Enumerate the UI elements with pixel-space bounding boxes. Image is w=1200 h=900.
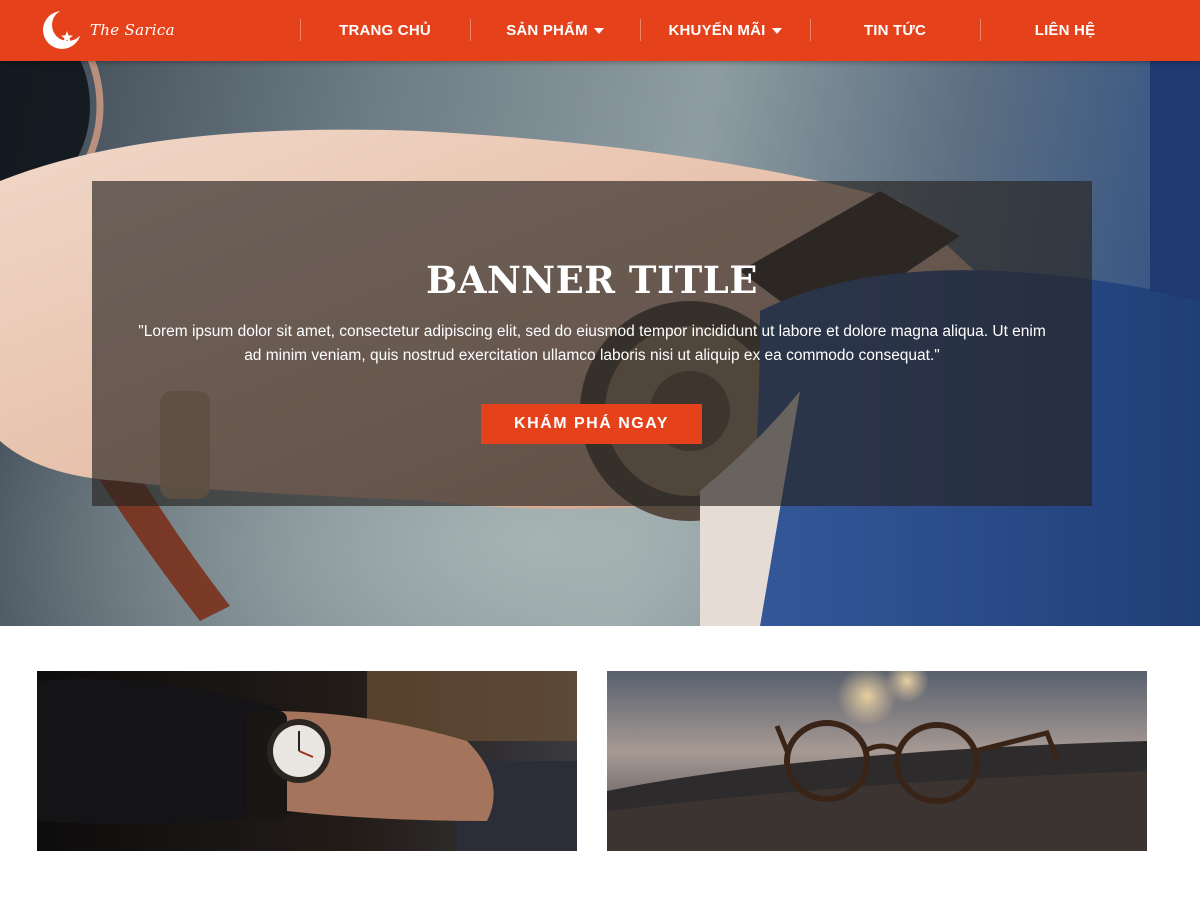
banner-description: "Lorem ipsum dolor sit amet, consectetur…: [138, 323, 1046, 364]
nav-item-lien-he[interactable]: LIÊN HỆ: [980, 0, 1150, 61]
nav-item-tin-tuc[interactable]: TIN TỨC: [810, 0, 980, 61]
brand-name: The Sarica: [90, 21, 175, 39]
nav-item-san-pham[interactable]: SẢN PHẨM: [470, 0, 640, 61]
banner-overlay: BANNER TITLE "Lorem ipsum dolor sit amet…: [92, 181, 1092, 506]
nav-item-label: TRANG CHỦ: [339, 22, 431, 39]
crescent-star-logo-icon: [43, 9, 84, 49]
main-menu: TRANG CHỦ SẢN PHẨM KHUYẾN MÃI TIN TỨC LI…: [300, 0, 1150, 61]
eyeglasses-on-rock-photo: [607, 671, 1147, 851]
nav-item-label: SẢN PHẨM: [506, 22, 588, 39]
nav-item-label: KHUYẾN MÃI: [668, 22, 766, 39]
feature-tile-watch[interactable]: [37, 671, 577, 851]
caret-down-icon: [593, 27, 604, 34]
feature-tile-glasses[interactable]: [607, 671, 1147, 851]
brand-logo[interactable]: The Sarica: [40, 8, 175, 52]
caret-down-icon: [771, 27, 782, 34]
top-navbar: The Sarica TRANG CHỦ SẢN PHẨM KHUYẾN MÃI…: [0, 0, 1200, 61]
nav-item-label: LIÊN HỆ: [1034, 22, 1096, 39]
banner-title: BANNER TITLE: [425, 258, 759, 302]
nav-item-trang-chu[interactable]: TRANG CHỦ: [300, 0, 470, 61]
wristwatch-on-arm-photo: [37, 671, 577, 851]
explore-now-button[interactable]: KHÁM PHÁ NGAY: [481, 404, 702, 444]
nav-item-label: TIN TỨC: [863, 22, 927, 39]
hero-banner: BANNER TITLE "Lorem ipsum dolor sit amet…: [0, 61, 1200, 626]
nav-item-khuyen-mai[interactable]: KHUYẾN MÃI: [640, 0, 810, 61]
